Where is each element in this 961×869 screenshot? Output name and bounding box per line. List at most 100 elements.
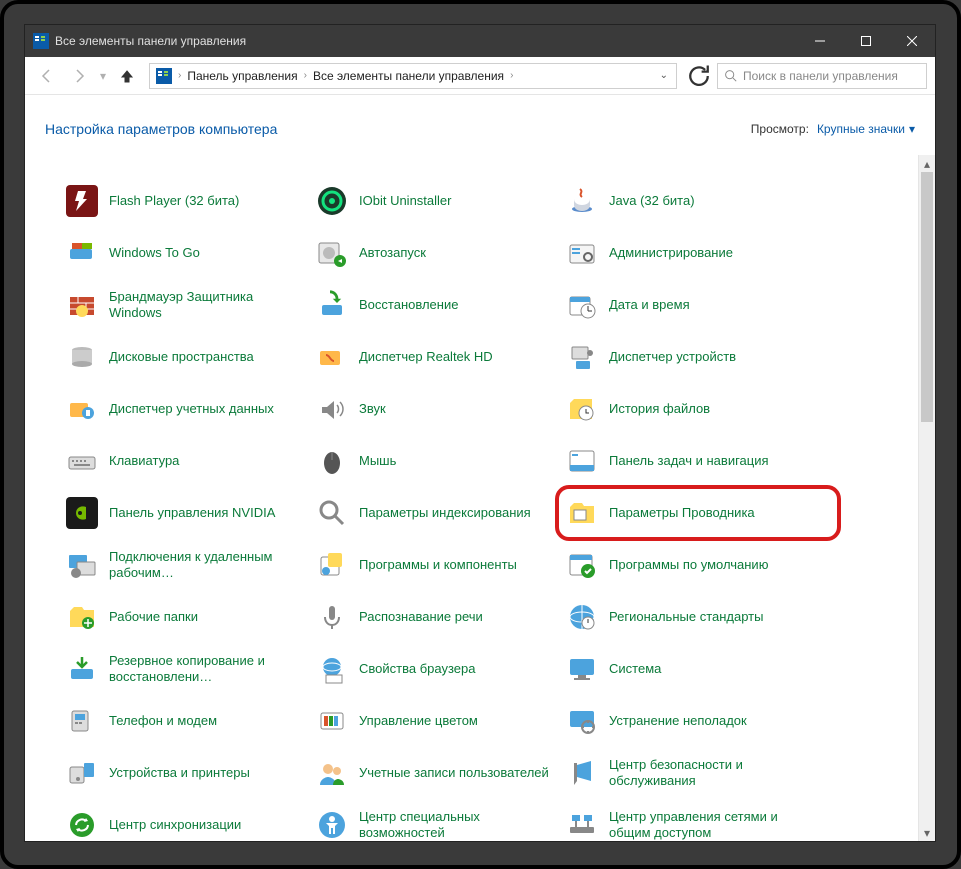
cp-item-defaults[interactable]: Программы по умолчанию bbox=[565, 539, 815, 591]
cp-item-realtek[interactable]: Диспетчер Realtek HD bbox=[315, 331, 565, 383]
cp-item-remote[interactable]: Подключения к удаленным рабочим… bbox=[65, 539, 315, 591]
address-dropdown[interactable]: ⌄ bbox=[654, 70, 674, 81]
breadcrumb-root[interactable]: Панель управления bbox=[183, 69, 301, 83]
address-bar[interactable]: › Панель управления › Все элементы панел… bbox=[149, 63, 677, 89]
cp-item-keyboard[interactable]: Клавиатура bbox=[65, 435, 315, 487]
defaults-icon bbox=[565, 548, 599, 582]
item-label: Распознавание речи bbox=[359, 609, 483, 625]
cp-item-cred[interactable]: Диспетчер учетных данных bbox=[65, 383, 315, 435]
item-label: Программы по умолчанию bbox=[609, 557, 768, 573]
item-label: Телефон и модем bbox=[109, 713, 217, 729]
control-panel-icon bbox=[156, 68, 172, 84]
scroll-thumb[interactable] bbox=[921, 172, 933, 422]
refresh-button[interactable] bbox=[685, 63, 713, 89]
up-button[interactable] bbox=[113, 62, 141, 90]
cp-item-trouble[interactable]: Устранение неполадок bbox=[565, 695, 815, 747]
items-grid: Flash Player (32 бита) IObit Uninstaller J… bbox=[65, 175, 895, 841]
chevron-right-icon[interactable]: › bbox=[302, 70, 309, 81]
cp-item-system[interactable]: Система bbox=[565, 643, 815, 695]
cp-item-region[interactable]: Региональные стандарты bbox=[565, 591, 815, 643]
viewby-dropdown[interactable]: Крупные значки▾ bbox=[817, 122, 915, 136]
item-label: Рабочие папки bbox=[109, 609, 198, 625]
item-label: Звук bbox=[359, 401, 386, 417]
region-icon bbox=[565, 600, 599, 634]
item-label: Центр специальных возможностей bbox=[359, 809, 551, 841]
item-label: IObit Uninstaller bbox=[359, 193, 451, 209]
chevron-right-icon[interactable]: › bbox=[176, 70, 183, 81]
cp-item-recovery[interactable]: Восстановление bbox=[315, 279, 565, 331]
item-label: Управление цветом bbox=[359, 713, 478, 729]
cp-item-datetime[interactable]: Дата и время bbox=[565, 279, 815, 331]
cp-item-backup[interactable]: Резервное копирование и восстановлени… bbox=[65, 643, 315, 695]
cp-item-action[interactable]: Центр безопасности и обслуживания bbox=[565, 747, 815, 799]
content-area: Flash Player (32 бита) IObit Uninstaller J… bbox=[25, 155, 935, 841]
cp-item-java[interactable]: Java (32 бита) bbox=[565, 175, 815, 227]
cp-item-wingo[interactable]: Windows To Go bbox=[65, 227, 315, 279]
cp-item-explorer[interactable]: Параметры Проводника bbox=[565, 487, 815, 539]
maximize-button[interactable] bbox=[843, 25, 889, 57]
admin-icon bbox=[565, 236, 599, 270]
wingo-icon bbox=[65, 236, 99, 270]
cp-item-iobit[interactable]: IObit Uninstaller bbox=[315, 175, 565, 227]
item-label: Администрирование bbox=[609, 245, 733, 261]
realtek-icon bbox=[315, 340, 349, 374]
item-label: Система bbox=[609, 661, 661, 677]
cp-item-programs[interactable]: Программы и компоненты bbox=[315, 539, 565, 591]
forward-button[interactable] bbox=[65, 62, 93, 90]
cp-item-indexing[interactable]: Параметры индексирования bbox=[315, 487, 565, 539]
cp-item-inetopt[interactable]: Свойства браузера bbox=[315, 643, 565, 695]
trouble-icon bbox=[565, 704, 599, 738]
back-button[interactable] bbox=[33, 62, 61, 90]
cp-item-network[interactable]: Центр управления сетями и общим доступом bbox=[565, 799, 815, 841]
cp-item-firewall[interactable]: Брандмауэр Защитника Windows bbox=[65, 279, 315, 331]
cp-item-filehist[interactable]: История файлов bbox=[565, 383, 815, 435]
item-label: История файлов bbox=[609, 401, 710, 417]
item-label: Клавиатура bbox=[109, 453, 179, 469]
action-icon bbox=[565, 756, 599, 790]
scroll-up-button[interactable]: ▴ bbox=[919, 155, 935, 172]
scrollbar[interactable]: ▴ ▾ bbox=[918, 155, 935, 841]
item-label: Автозапуск bbox=[359, 245, 426, 261]
titlebar: Все элементы панели управления bbox=[25, 25, 935, 57]
history-dropdown[interactable]: ▾ bbox=[97, 69, 109, 83]
cp-item-autoplay[interactable]: Автозапуск bbox=[315, 227, 565, 279]
storage-icon bbox=[65, 340, 99, 374]
item-label: Дата и время bbox=[609, 297, 690, 313]
item-label: Дисковые пространства bbox=[109, 349, 254, 365]
search-input[interactable]: Поиск в панели управления bbox=[717, 63, 927, 89]
cp-item-storage[interactable]: Дисковые пространства bbox=[65, 331, 315, 383]
cp-item-speech[interactable]: Распознавание речи bbox=[315, 591, 565, 643]
cp-item-devmgr[interactable]: Диспетчер устройств bbox=[565, 331, 815, 383]
cp-item-workfolders[interactable]: Рабочие папки bbox=[65, 591, 315, 643]
item-label: Мышь bbox=[359, 453, 396, 469]
cp-item-taskbar[interactable]: Панель задач и навигация bbox=[565, 435, 815, 487]
cp-item-ease[interactable]: Центр специальных возможностей bbox=[315, 799, 565, 841]
viewby-label: Просмотр: bbox=[751, 122, 809, 136]
control-panel-window: Все элементы панели управления ▾ › Панел… bbox=[25, 25, 935, 841]
cp-item-phone[interactable]: Телефон и модем bbox=[65, 695, 315, 747]
breadcrumb-current[interactable]: Все элементы панели управления bbox=[309, 69, 508, 83]
cp-item-devices[interactable]: Устройства и принтеры bbox=[65, 747, 315, 799]
cp-item-color[interactable]: Управление цветом bbox=[315, 695, 565, 747]
item-label: Устранение неполадок bbox=[609, 713, 747, 729]
keyboard-icon bbox=[65, 444, 99, 478]
autoplay-icon bbox=[315, 236, 349, 270]
control-panel-icon bbox=[33, 33, 49, 49]
minimize-button[interactable] bbox=[797, 25, 843, 57]
sound-icon bbox=[315, 392, 349, 426]
cp-item-sound[interactable]: Звук bbox=[315, 383, 565, 435]
item-label: Брандмауэр Защитника Windows bbox=[109, 289, 301, 322]
cp-item-flash[interactable]: Flash Player (32 бита) bbox=[65, 175, 315, 227]
close-button[interactable] bbox=[889, 25, 935, 57]
cp-item-admin[interactable]: Администрирование bbox=[565, 227, 815, 279]
system-icon bbox=[565, 652, 599, 686]
cp-item-users[interactable]: Учетные записи пользователей bbox=[315, 747, 565, 799]
item-label: Свойства браузера bbox=[359, 661, 475, 677]
cp-item-nvidia[interactable]: Панель управления NVIDIA bbox=[65, 487, 315, 539]
cp-item-sync[interactable]: Центр синхронизации bbox=[65, 799, 315, 841]
cp-item-mouse[interactable]: Мышь bbox=[315, 435, 565, 487]
chevron-right-icon[interactable]: › bbox=[508, 70, 515, 81]
firewall-icon bbox=[65, 288, 99, 322]
scroll-down-button[interactable]: ▾ bbox=[919, 824, 935, 841]
search-icon bbox=[724, 69, 737, 82]
